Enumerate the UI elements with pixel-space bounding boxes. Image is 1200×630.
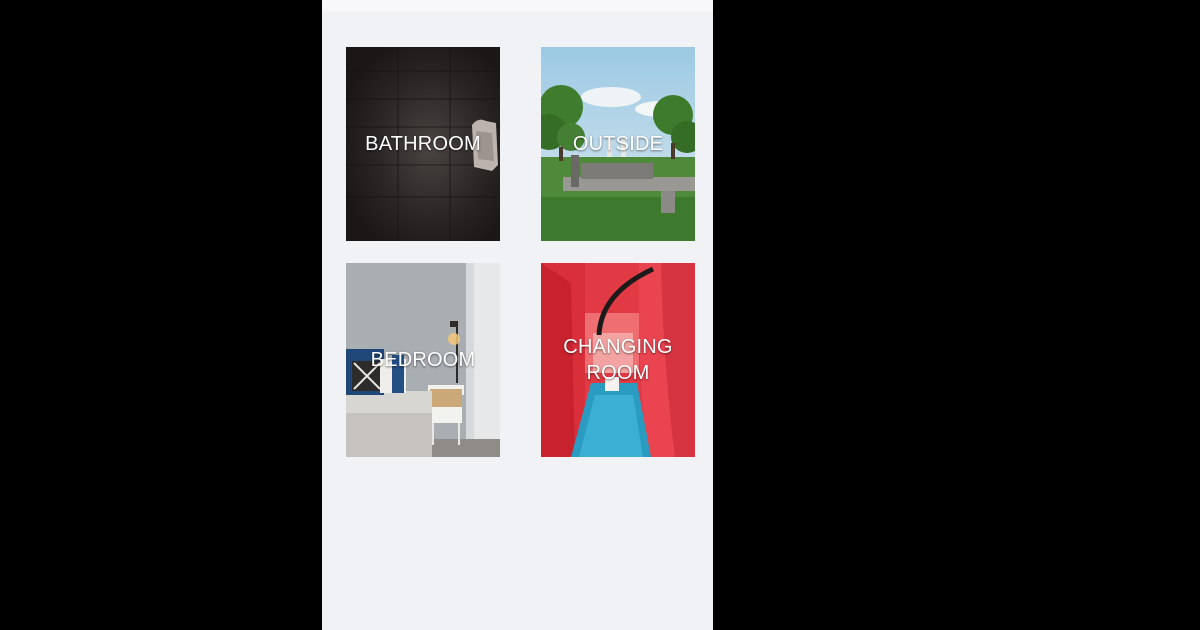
app-screen: BATHROOM OUTSIDE BEDROOM CHANGING ROOM [322,0,713,630]
tile-label-changing-room: CHANGING ROOM [563,336,673,384]
tile-label-bathroom: BATHROOM [365,133,481,155]
category-tile-outside[interactable]: OUTSIDE [541,47,695,241]
category-tile-bedroom[interactable]: BEDROOM [346,263,500,457]
status-bar [322,0,713,11]
tile-label-outside: OUTSIDE [572,133,664,155]
tile-label-bedroom: BEDROOM [370,349,476,371]
category-tile-changing-room[interactable]: CHANGING ROOM [541,263,695,457]
category-tile-bathroom[interactable]: BATHROOM [346,47,500,241]
